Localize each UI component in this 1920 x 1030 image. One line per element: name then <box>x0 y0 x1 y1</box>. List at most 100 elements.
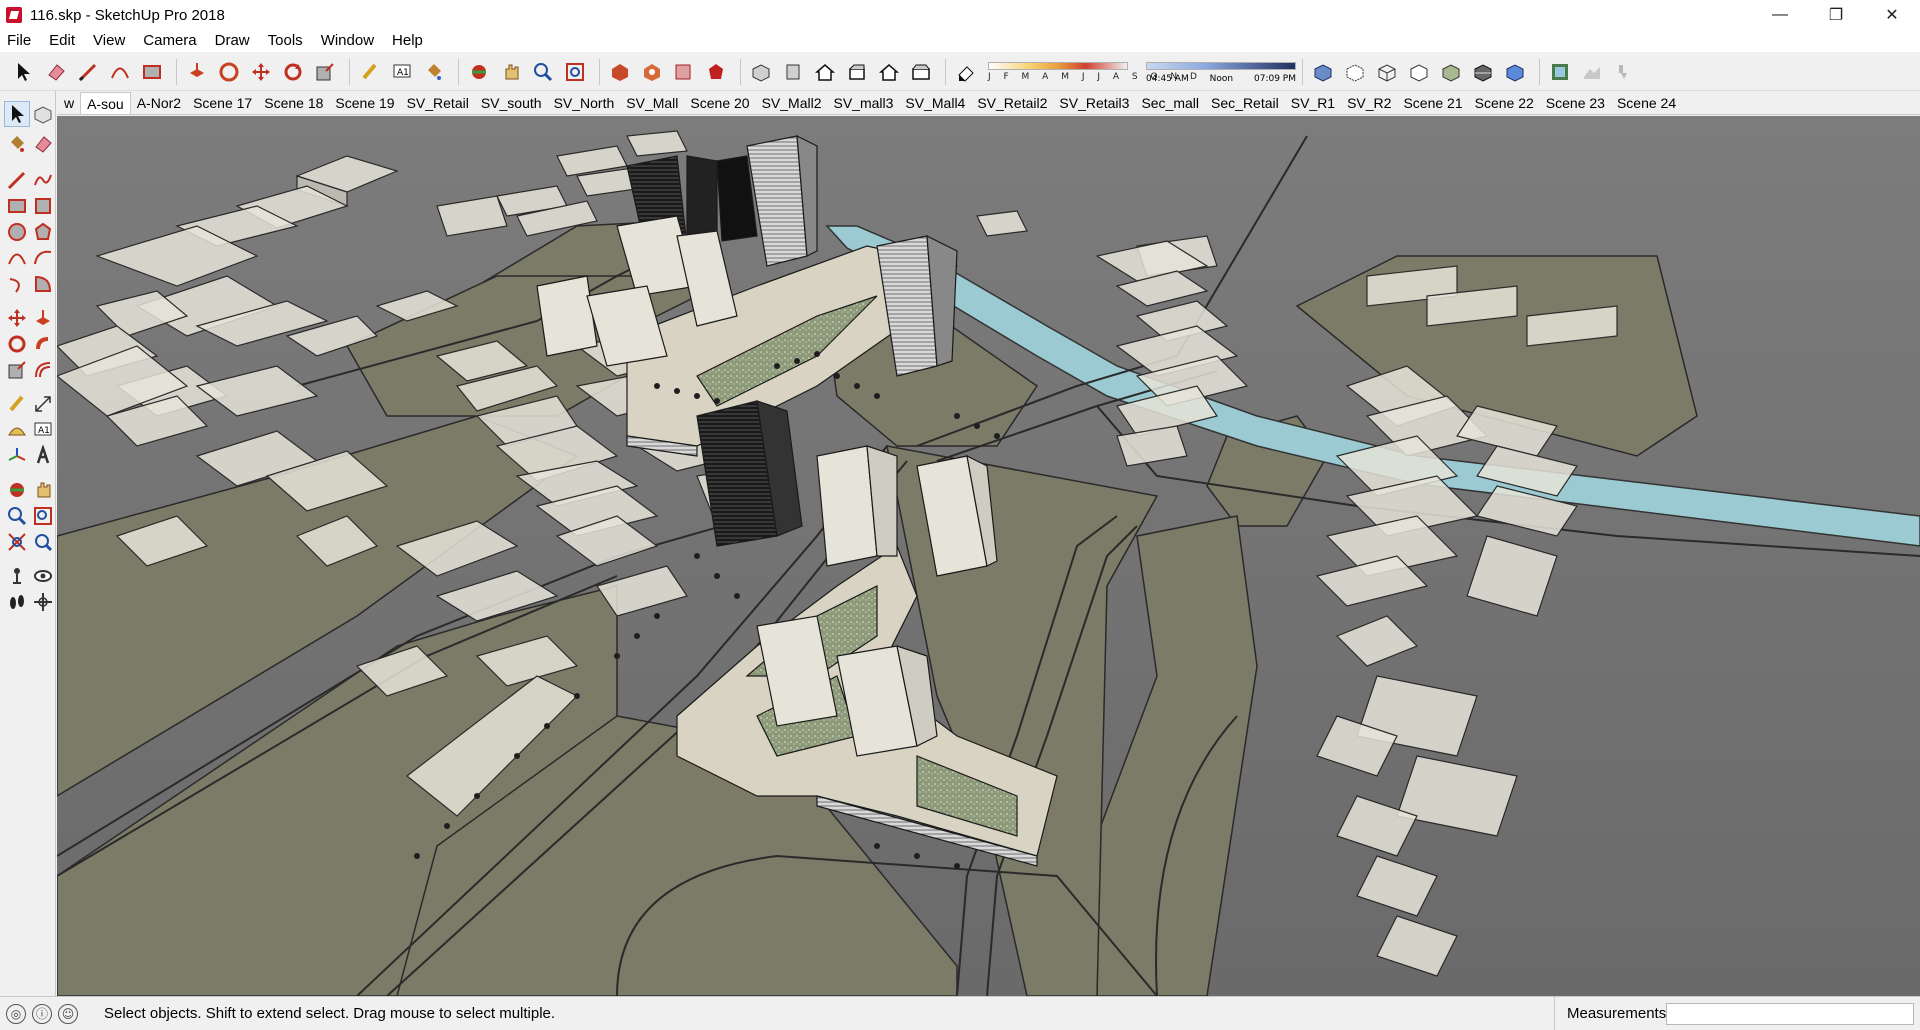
scene-tab[interactable]: SV_Mall4 <box>899 92 971 114</box>
xray-style-icon[interactable] <box>1309 58 1337 86</box>
menu-tools[interactable]: Tools <box>259 30 312 52</box>
rotated-rectangle-icon[interactable] <box>30 193 56 219</box>
scale-icon[interactable] <box>4 357 30 383</box>
time-slider-track[interactable] <box>1146 61 1296 70</box>
circle-icon[interactable] <box>4 219 30 245</box>
scene-tab[interactable]: SV_North <box>548 92 621 114</box>
zoom-extents-tool-icon[interactable] <box>561 58 589 86</box>
scene-tab-active[interactable]: A-sou <box>80 92 131 114</box>
scene-tab[interactable]: SV_Retail3 <box>1053 92 1135 114</box>
menu-window[interactable]: Window <box>312 30 383 52</box>
rotate-icon[interactable] <box>4 331 30 357</box>
scene-tab[interactable]: SV_Retail <box>401 92 475 114</box>
text-tool-icon[interactable]: A1 <box>388 58 416 86</box>
menu-camera[interactable]: Camera <box>134 30 205 52</box>
menu-draw[interactable]: Draw <box>206 30 259 52</box>
scene-tab[interactable]: Scene 18 <box>258 92 329 114</box>
dimension-icon[interactable] <box>30 391 56 417</box>
top-view-icon[interactable] <box>779 58 807 86</box>
shaded-textures-style-icon[interactable] <box>1469 58 1497 86</box>
polygon-icon[interactable] <box>30 219 56 245</box>
rotate-tool-icon[interactable] <box>279 58 307 86</box>
eraser-tool-icon[interactable] <box>42 58 70 86</box>
axes-icon[interactable] <box>4 443 30 469</box>
front-view-icon[interactable] <box>811 58 839 86</box>
scale-tool-icon[interactable] <box>311 58 339 86</box>
paint-bucket-tool-icon[interactable] <box>420 58 448 86</box>
scene-tab[interactable]: Scene 24 <box>1611 92 1682 114</box>
measurements-input[interactable] <box>1666 1003 1914 1025</box>
scene-tab[interactable]: SV_mall3 <box>828 92 900 114</box>
scene-tab[interactable]: SV_R2 <box>1341 92 1397 114</box>
push-pull-tool-icon[interactable] <box>183 58 211 86</box>
shadow-month-slider[interactable]: J F M A M J J A S O N D <box>988 58 1197 86</box>
make-component-icon[interactable] <box>30 101 56 127</box>
shadows-toggle-icon[interactable] <box>952 58 980 86</box>
scene-tab[interactable]: Scene 20 <box>684 92 755 114</box>
menu-view[interactable]: View <box>84 30 134 52</box>
offset-icon[interactable] <box>30 357 56 383</box>
iso-view-icon[interactable] <box>747 58 775 86</box>
push-pull-icon[interactable] <box>30 305 56 331</box>
shaded-style-icon[interactable] <box>1437 58 1465 86</box>
wireframe-style-icon[interactable] <box>1373 58 1401 86</box>
scene-tab[interactable]: SV_Mall2 <box>756 92 828 114</box>
add-location-icon[interactable] <box>1546 58 1574 86</box>
menu-file[interactable]: File <box>0 30 40 52</box>
line-tool-icon[interactable] <box>74 58 102 86</box>
scene-tab[interactable]: Sec_Retail <box>1205 92 1285 114</box>
scene-tab[interactable]: Scene 22 <box>1469 92 1540 114</box>
position-camera-icon[interactable] <box>4 563 30 589</box>
extension-warehouse-icon[interactable] <box>638 58 666 86</box>
pan-tool-icon[interactable] <box>497 58 525 86</box>
arc-tool-icon[interactable] <box>106 58 134 86</box>
text-icon[interactable]: A1 <box>30 417 56 443</box>
freehand-icon[interactable] <box>30 167 56 193</box>
menu-help[interactable]: Help <box>383 30 432 52</box>
scene-tab[interactable]: SV_Retail2 <box>971 92 1053 114</box>
eraser-icon[interactable] <box>30 131 56 157</box>
3d-text-icon[interactable] <box>30 443 56 469</box>
follow-me-tool-icon[interactable] <box>215 58 243 86</box>
walk-icon[interactable] <box>4 589 30 615</box>
photo-textures-icon[interactable] <box>1610 58 1638 86</box>
orbit-icon[interactable] <box>4 477 30 503</box>
scene-tab[interactable]: SV_R1 <box>1285 92 1341 114</box>
rectangle-icon[interactable] <box>4 193 30 219</box>
select-tool-icon[interactable] <box>10 58 38 86</box>
send-to-layout-icon[interactable] <box>670 58 698 86</box>
right-view-icon[interactable] <box>843 58 871 86</box>
toggle-terrain-icon[interactable] <box>1578 58 1606 86</box>
scene-tab[interactable]: Sec_mall <box>1135 92 1205 114</box>
pie-icon[interactable] <box>30 271 56 297</box>
scene-tab[interactable]: Scene 21 <box>1397 92 1468 114</box>
month-slider-track[interactable] <box>988 61 1128 70</box>
monochrome-style-icon[interactable] <box>1501 58 1529 86</box>
scene-tab[interactable]: Scene 17 <box>187 92 258 114</box>
look-around-icon[interactable] <box>30 563 56 589</box>
paint-bucket-icon[interactable] <box>4 131 30 157</box>
shadow-time-slider[interactable]: 04:45 AM Noon 07:09 PM <box>1146 58 1296 86</box>
scene-tab[interactable]: Scene 19 <box>329 92 400 114</box>
tape-measure-tool-icon[interactable] <box>356 58 384 86</box>
zoom-window-icon[interactable] <box>30 503 56 529</box>
select-tool-icon[interactable] <box>4 101 30 127</box>
zoom-extents-icon[interactable] <box>4 529 30 555</box>
protractor-icon[interactable] <box>4 417 30 443</box>
menu-edit[interactable]: Edit <box>40 30 84 52</box>
credits-info-icon[interactable]: ⓘ <box>32 1003 52 1024</box>
zoom-tool-icon[interactable] <box>529 58 557 86</box>
zoom-icon[interactable] <box>4 503 30 529</box>
back-view-icon[interactable] <box>875 58 903 86</box>
extension-manager-icon[interactable] <box>702 58 730 86</box>
scene-tab[interactable]: SV_Mall <box>620 92 684 114</box>
model-viewport[interactable] <box>57 116 1920 996</box>
arc-icon[interactable] <box>4 245 30 271</box>
rectangle-tool-icon[interactable] <box>138 58 166 86</box>
restore-button[interactable]: ❐ <box>1808 0 1864 30</box>
three-point-arc-icon[interactable] <box>4 271 30 297</box>
pan-icon[interactable] <box>30 477 56 503</box>
scene-tab[interactable]: w <box>58 92 80 114</box>
scene-tab[interactable]: SV_south <box>475 92 548 114</box>
two-point-arc-icon[interactable] <box>30 245 56 271</box>
